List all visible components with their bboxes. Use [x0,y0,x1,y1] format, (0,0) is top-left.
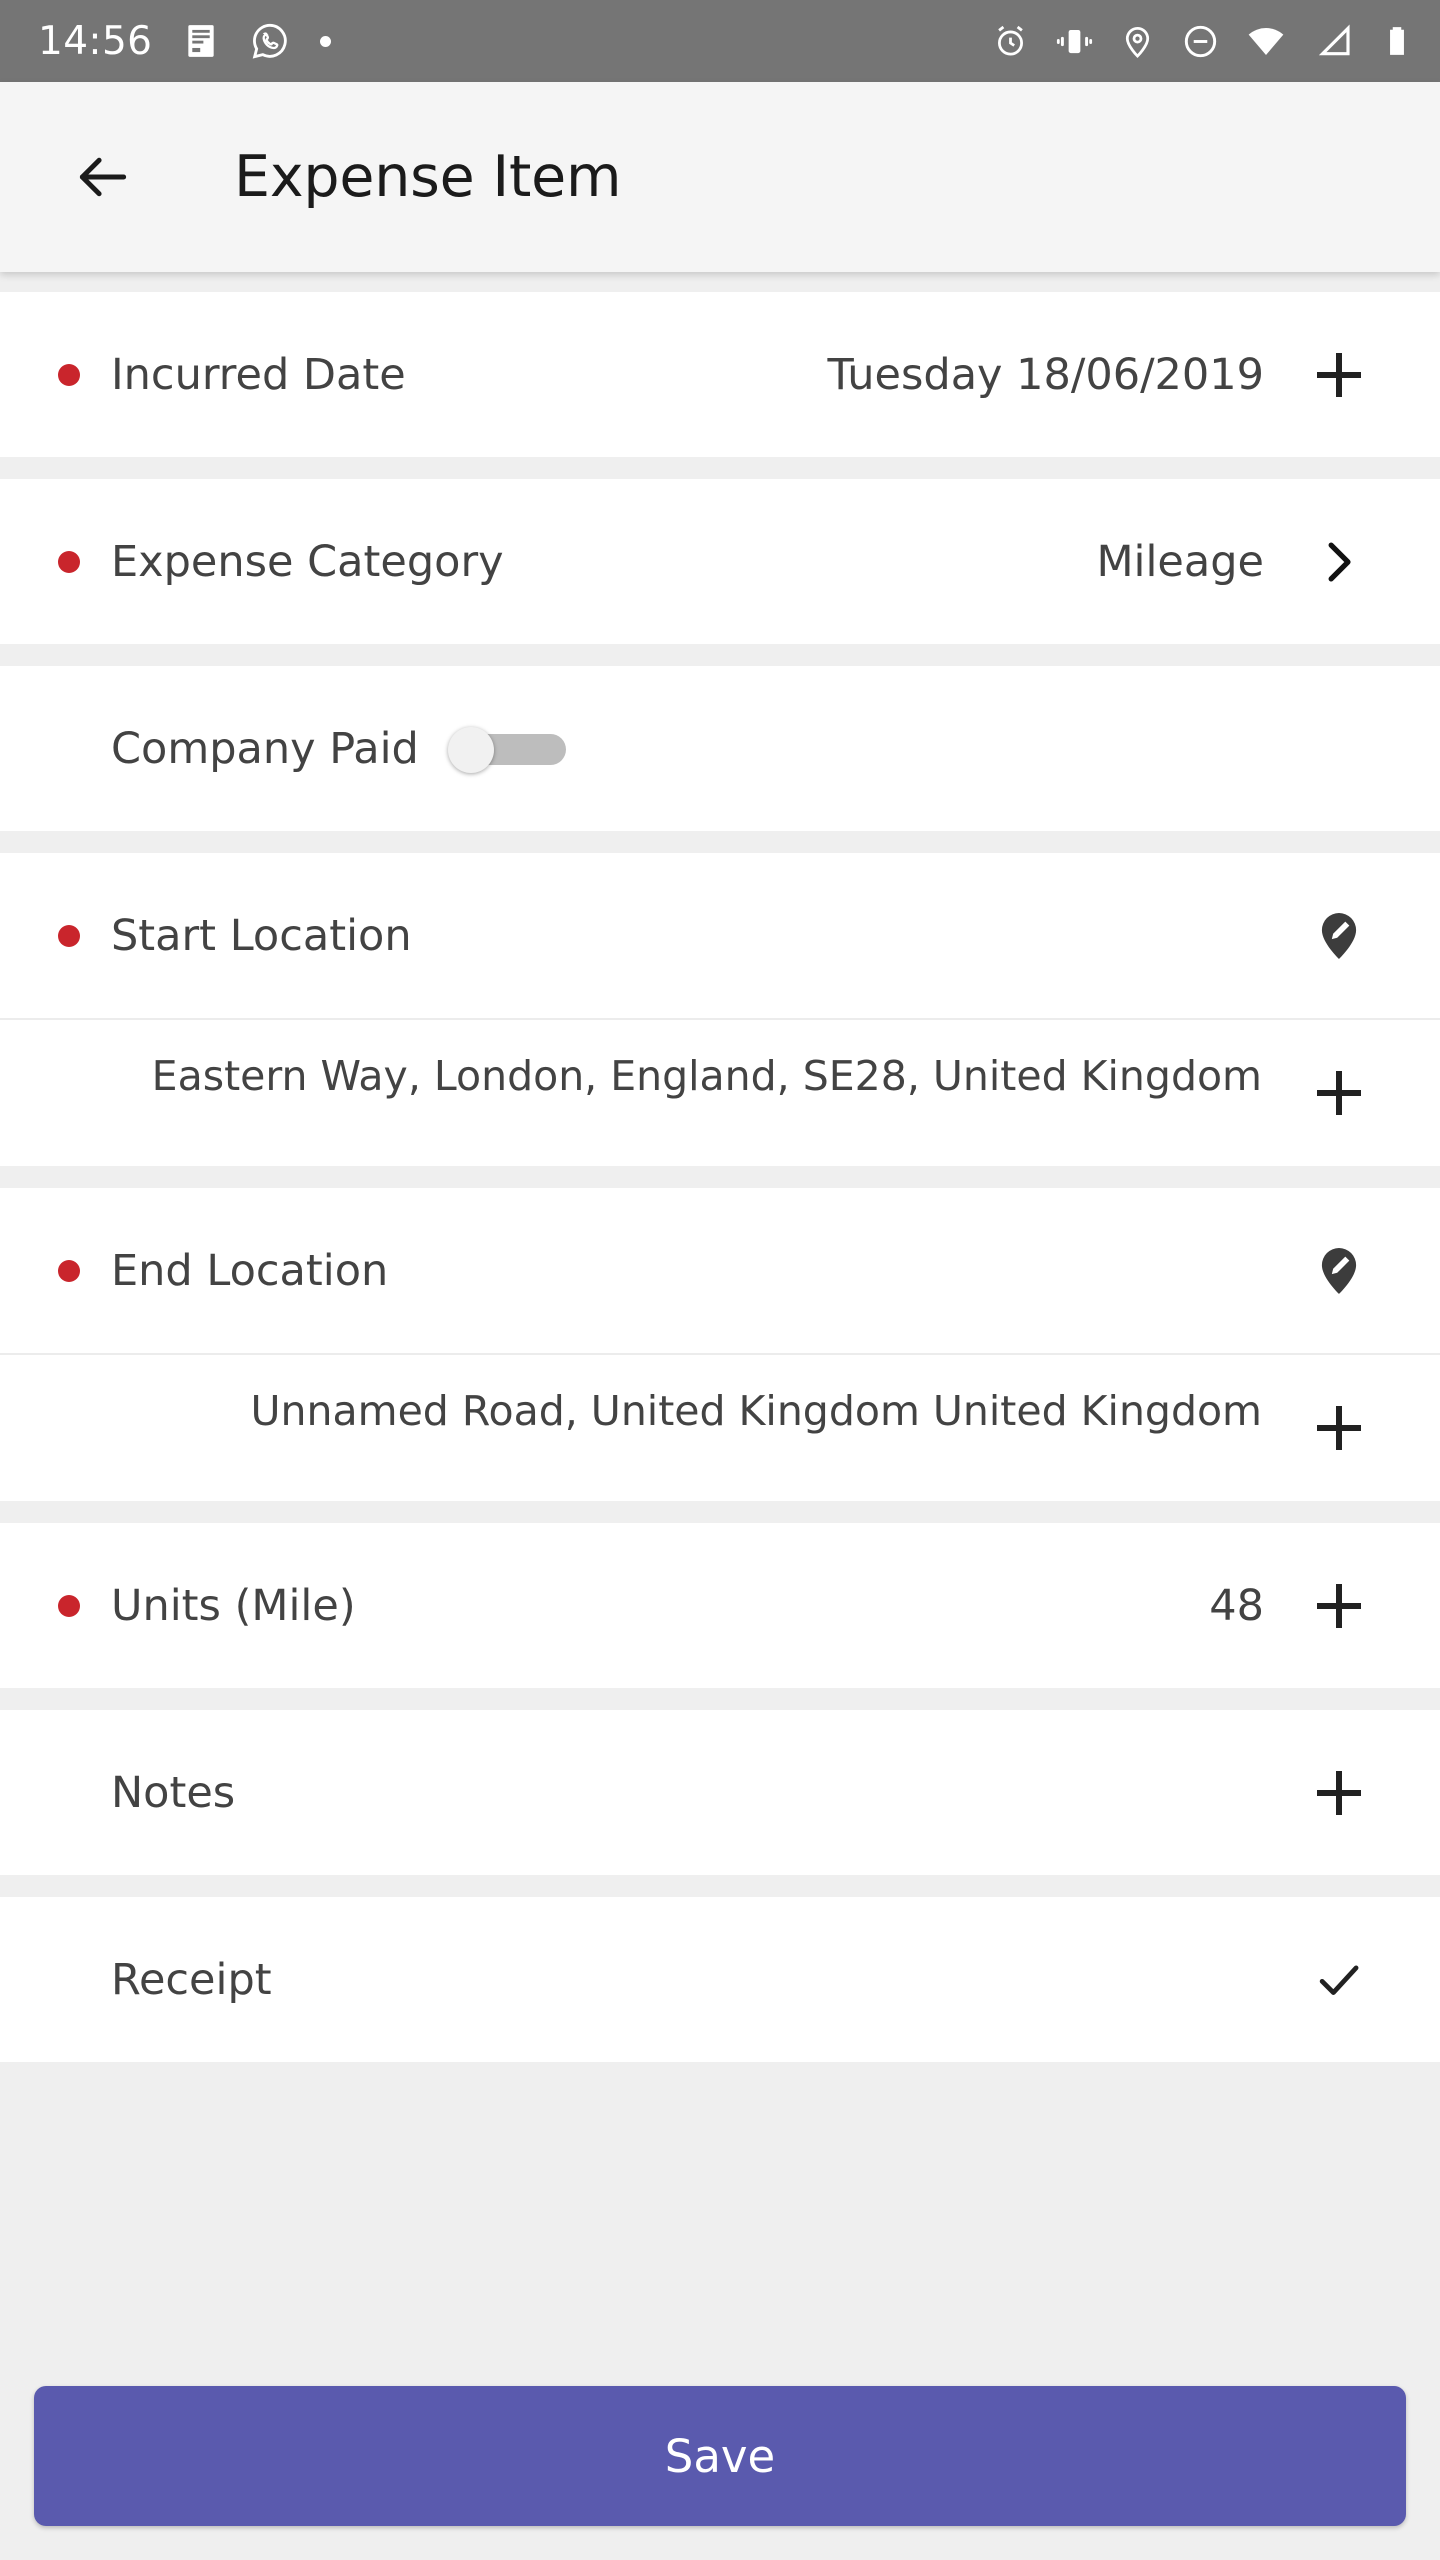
units-action[interactable] [1296,1583,1382,1628]
section-divider [0,831,1440,853]
expense-category-card: Expense Category Mileage [0,479,1440,644]
incurred-date-value: Tuesday 18/06/2019 [827,349,1264,400]
section-divider [0,1501,1440,1523]
company-paid-toggle[interactable] [445,726,569,773]
section-divider [0,457,1440,479]
status-bar: 14:56 [0,0,1440,82]
dot-icon [320,35,332,47]
start-location-address: Eastern Way, London, England, SE28, Unit… [151,1052,1262,1100]
required-dot-placeholder [58,738,80,760]
status-bar-right [992,21,1414,61]
section-divider [0,272,1440,292]
units-label: Units (Mile) [111,1580,356,1631]
back-button[interactable] [66,140,140,214]
row-end-location[interactable]: End Location [0,1188,1440,1353]
expense-category-label: Expense Category [111,536,504,587]
units-value: 48 [1209,1580,1264,1631]
app-bar: Expense Item [0,82,1440,272]
battery-icon [1390,27,1404,55]
end-location-address-action[interactable] [1296,1406,1382,1450]
expense-category-action[interactable] [1296,535,1382,589]
section-divider [0,1875,1440,1897]
signal-icon [1318,24,1350,56]
start-location-label: Start Location [111,910,412,961]
map-pin-edit-icon [1321,1247,1357,1294]
required-dot-placeholder [58,1782,80,1804]
end-location-address: Unnamed Road, United Kingdom United King… [250,1387,1262,1435]
row-company-paid[interactable]: Company Paid [0,666,1440,831]
plus-icon [1317,1406,1361,1450]
screen: 14:56 Expense Item Incurred Date Tuesday… [0,0,1440,2560]
required-dot-icon [58,1259,80,1282]
section-divider [0,1688,1440,1710]
required-dot-icon [58,1594,80,1617]
wifi-icon [1248,28,1284,55]
vibrate-icon [1056,29,1093,53]
alarm-icon [998,25,1023,56]
start-location-card: Start Location Eastern Way, London, Engl… [0,853,1440,1166]
row-expense-category[interactable]: Expense Category Mileage [0,479,1440,644]
receipt-label: Receipt [111,1954,272,2005]
start-location-action[interactable] [1296,909,1382,963]
company-paid-card: Company Paid [0,666,1440,831]
plus-icon [1317,1583,1361,1628]
row-incurred-date[interactable]: Incurred Date Tuesday 18/06/2019 [0,292,1440,457]
plus-icon [1317,352,1361,397]
notes-card: Notes [0,1710,1440,1875]
toggle-knob [447,726,494,773]
expense-category-value: Mileage [1096,536,1264,587]
required-dot-icon [58,924,80,947]
receipt-card: Receipt [0,1897,1440,2062]
whatsapp-icon [253,23,288,59]
footer: Save [0,2364,1440,2560]
start-location-address-row[interactable]: Eastern Way, London, England, SE28, Unit… [0,1018,1440,1166]
start-location-address-action[interactable] [1296,1071,1382,1115]
plus-icon [1317,1770,1361,1815]
section-divider [0,644,1440,666]
check-icon [1319,1964,1359,1995]
map-pin-edit-icon [1321,912,1357,959]
row-receipt[interactable]: Receipt [0,1897,1440,2062]
form-content: Incurred Date Tuesday 18/06/2019 Expense… [0,272,1440,2364]
incurred-date-card: Incurred Date Tuesday 18/06/2019 [0,292,1440,457]
end-location-address-row[interactable]: Unnamed Road, United Kingdom United King… [0,1353,1440,1501]
units-card: Units (Mile) 48 [0,1523,1440,1688]
message-icon [188,25,215,57]
end-location-card: End Location Unnamed Road, United Kingdo… [0,1188,1440,1501]
required-dot-icon [58,550,80,573]
incurred-date-label: Incurred Date [111,349,406,400]
toggle-switch[interactable] [447,726,566,773]
end-location-label: End Location [111,1245,389,1296]
row-start-location[interactable]: Start Location [0,853,1440,1018]
company-paid-label: Company Paid [111,723,419,774]
status-clock: 14:56 [38,18,153,64]
page-title: Expense Item [234,144,622,210]
arrow-back-icon [79,157,127,197]
end-location-action[interactable] [1296,1244,1382,1298]
row-notes[interactable]: Notes [0,1710,1440,1875]
chevron-right-icon [1328,542,1351,581]
status-bar-left: 14:56 [38,18,332,64]
do-not-disturb-icon [1184,25,1217,57]
row-units[interactable]: Units (Mile) 48 [0,1523,1440,1688]
notes-label: Notes [111,1767,236,1818]
required-dot-placeholder [58,1969,80,1991]
plus-icon [1317,1071,1361,1115]
notes-action[interactable] [1296,1770,1382,1815]
save-button[interactable]: Save [34,2386,1406,2526]
receipt-action[interactable] [1296,1953,1382,2007]
section-divider [0,1166,1440,1188]
location-icon [1125,26,1150,58]
required-dot-icon [58,363,80,386]
incurred-date-action[interactable] [1296,352,1382,397]
